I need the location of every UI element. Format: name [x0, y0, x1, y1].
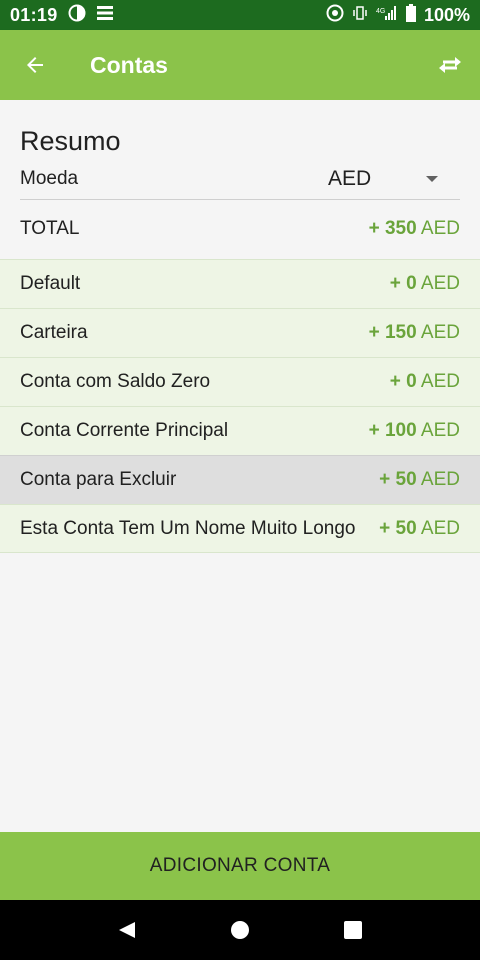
back-button[interactable]	[0, 30, 70, 100]
arrow-left-icon	[27, 57, 43, 73]
triangle-back-icon	[118, 922, 135, 938]
summary-heading: Resumo	[20, 126, 121, 156]
swap-horizontal-icon	[439, 57, 461, 73]
signal-icon: 4G	[376, 5, 398, 26]
battery-icon	[405, 3, 416, 27]
account-name: Conta para Excluir	[20, 469, 177, 490]
currency-value: AED	[328, 166, 372, 190]
account-amount: + 150 AED	[368, 322, 460, 343]
list-item[interactable]: Conta Corrente Principal + 100 AED	[0, 406, 480, 455]
add-account-button[interactable]: ADICIONAR CONTA	[0, 832, 480, 900]
circle-home-icon	[230, 921, 249, 939]
total-label: TOTAL	[20, 218, 80, 239]
total-amount: + 350 AED	[368, 218, 460, 239]
account-name: Conta com Saldo Zero	[20, 371, 211, 392]
add-account-label: ADICIONAR CONTA	[149, 855, 331, 876]
currency-label: Moeda	[20, 167, 79, 189]
battery-percent: 100%	[423, 4, 470, 25]
account-amount: + 100 AED	[368, 420, 460, 441]
list-item[interactable]: Conta com Saldo Zero + 0 AED	[0, 357, 480, 406]
vibrate-icon	[352, 5, 368, 26]
total-row: TOTAL + 350 AED	[20, 200, 460, 258]
status-time: 01:19	[10, 4, 58, 25]
currency-row: Moeda AED	[20, 158, 460, 200]
account-amount: + 0 AED	[389, 371, 460, 392]
page-title: Contas	[90, 51, 168, 78]
account-amount: + 50 AED	[379, 517, 460, 539]
account-name: Carteira	[20, 322, 88, 343]
transfer-button[interactable]	[420, 30, 480, 100]
system-navigation-bar	[0, 900, 480, 960]
app-bar: Contas	[0, 30, 480, 100]
account-name: Esta Conta Tem Um Nome Muito Longo	[20, 517, 356, 539]
list-item[interactable]: Carteira + 150 AED	[0, 308, 480, 357]
sync-icon	[326, 4, 344, 27]
currency-dropdown[interactable]: AED	[328, 158, 460, 200]
nav-home-button[interactable]	[210, 900, 270, 960]
nav-recents-button[interactable]	[323, 900, 383, 960]
list-item-selected[interactable]: Conta para Excluir + 50 AED	[0, 455, 480, 504]
account-name: Conta Corrente Principal	[20, 420, 229, 441]
dropdown-arrow-icon	[426, 175, 438, 182]
account-amount: + 0 AED	[389, 273, 460, 294]
status-bar: 01:19 4G 100%	[0, 0, 480, 30]
square-recents-icon	[344, 921, 363, 939]
accounts-list: Default + 0 AED Carteira + 150 AED Conta…	[0, 259, 480, 553]
nav-back-button[interactable]	[97, 900, 157, 960]
account-name: Default	[20, 273, 81, 294]
svg-text:4G: 4G	[376, 8, 385, 15]
data-saver-icon	[68, 4, 86, 27]
account-amount: + 50 AED	[379, 469, 460, 490]
list-item[interactable]: Default + 0 AED	[0, 259, 480, 308]
list-item[interactable]: Esta Conta Tem Um Nome Muito Longo + 50 …	[0, 504, 480, 553]
summary-section: Resumo Moeda AED TOTAL + 350 AED	[0, 100, 480, 258]
notification-list-icon	[96, 5, 114, 26]
